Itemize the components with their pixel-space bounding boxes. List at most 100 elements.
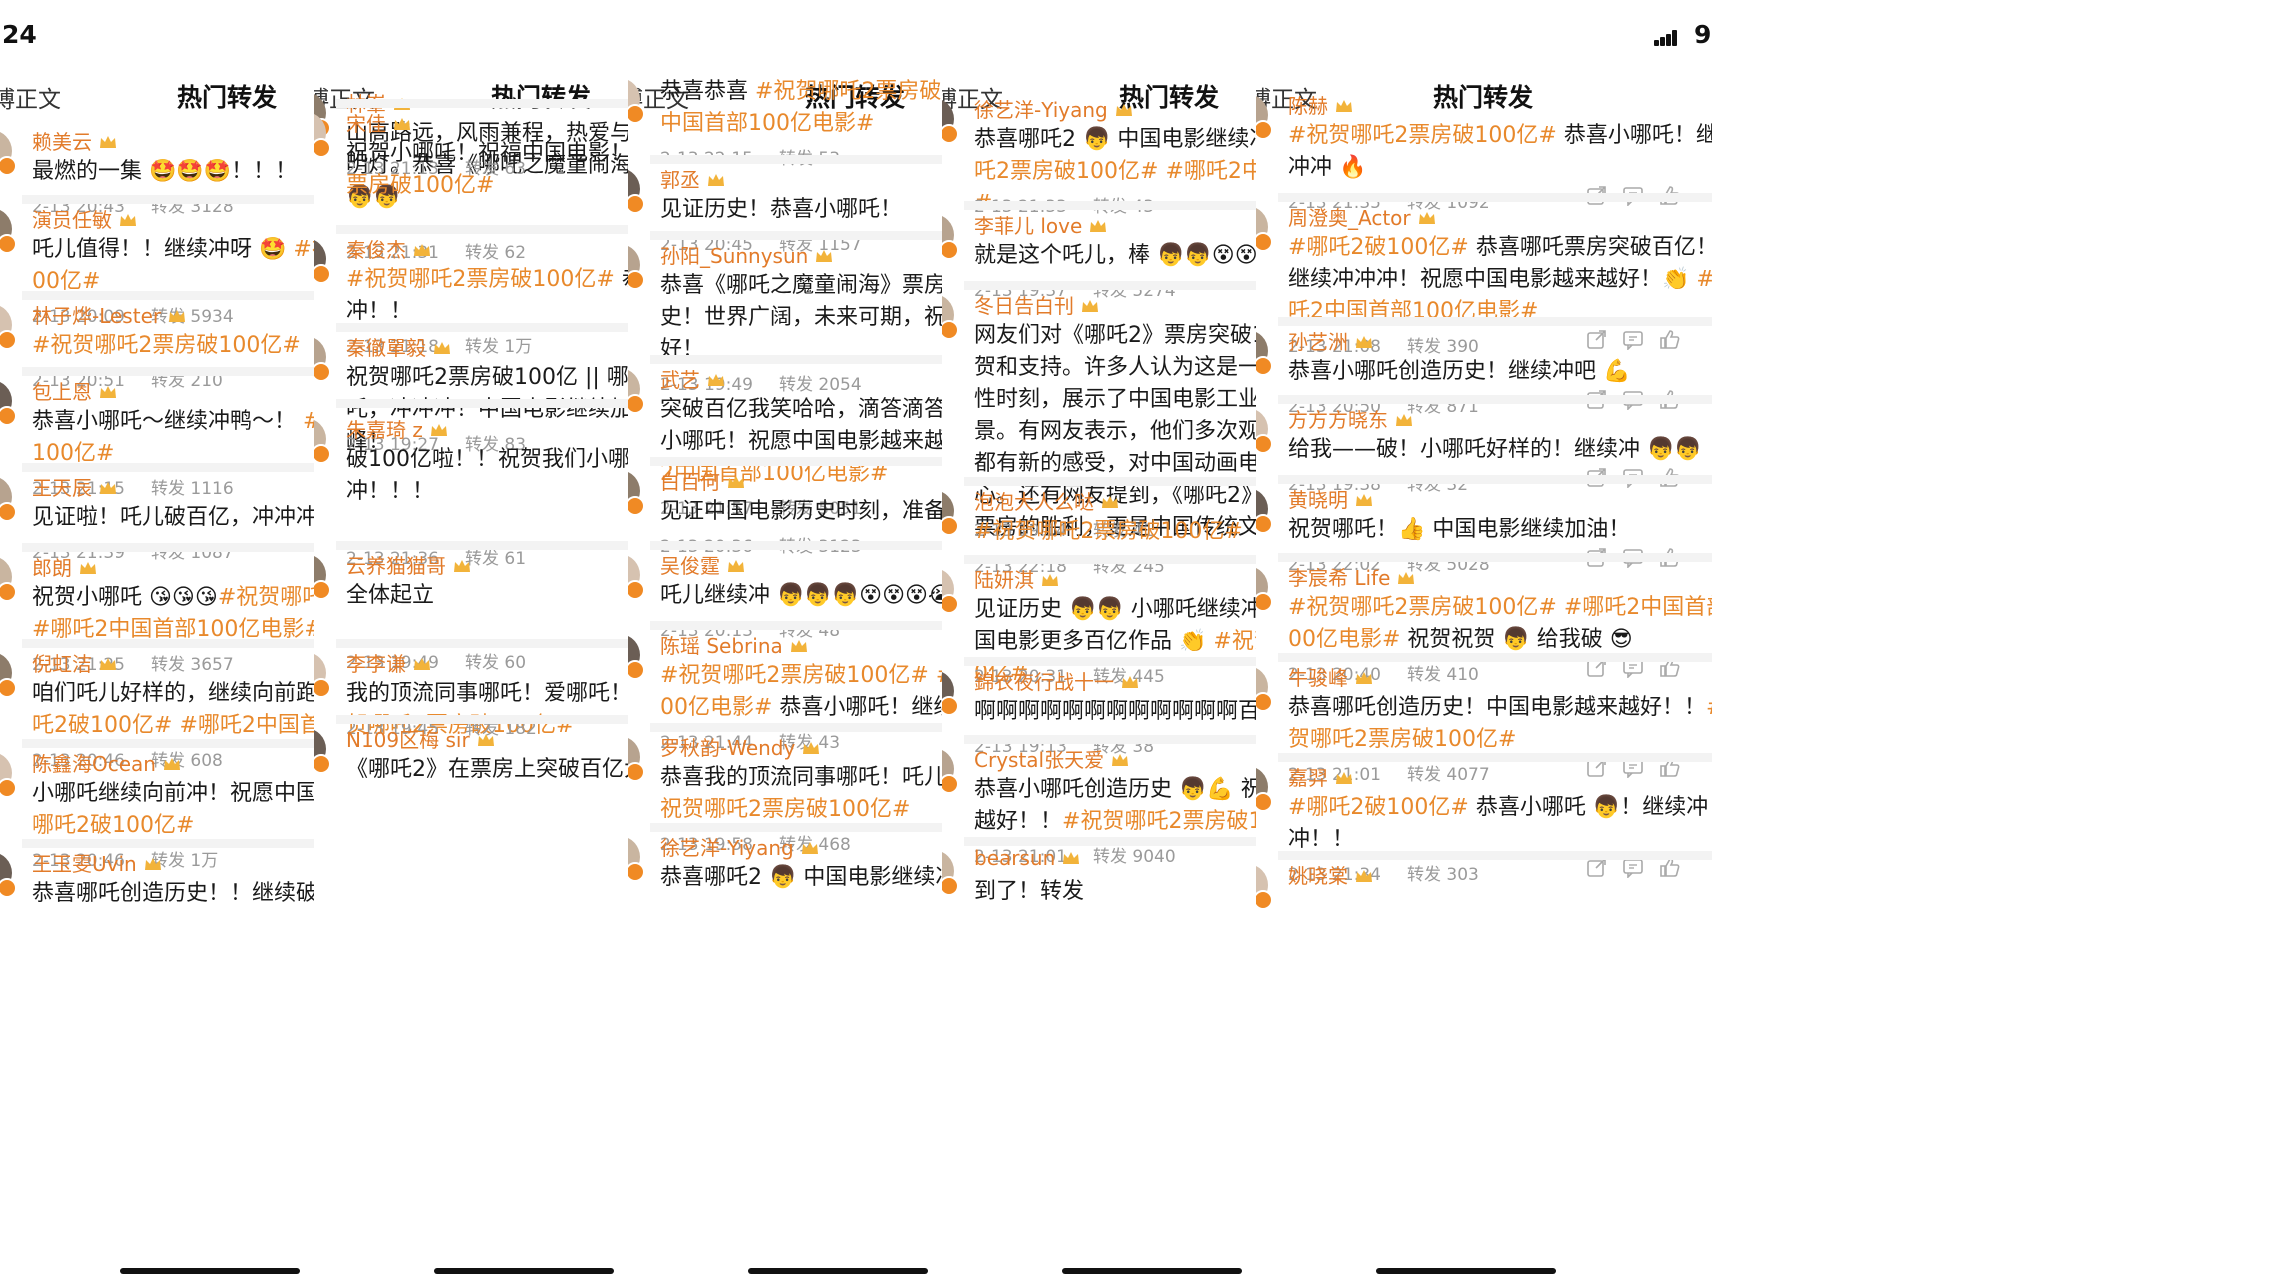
user-name-text[interactable]: 秦俊杰 bbox=[346, 238, 406, 262]
user-name-text[interactable]: 嘉羿 bbox=[1288, 766, 1328, 790]
user-name[interactable]: 牛骏峰 bbox=[1288, 662, 1374, 691]
user-name[interactable]: 陈鑫海Ocean bbox=[32, 748, 182, 777]
user-name-text[interactable]: 冬日告白刊 bbox=[974, 294, 1074, 318]
user-name[interactable]: 武艺 bbox=[660, 364, 726, 393]
repost-text: #祝贺哪吒2票房破100亿# 恭喜小哪吒！继续冲冲 🔥 bbox=[1288, 123, 1712, 180]
user-name-text[interactable]: 王玉雯Uvin bbox=[32, 852, 137, 876]
user-name[interactable]: Crystal张天爱 bbox=[974, 744, 1130, 773]
user-name[interactable]: 秦徹單毅 bbox=[346, 332, 452, 361]
user-name[interactable]: 李宸希 Life bbox=[1288, 562, 1416, 591]
user-name-text[interactable]: 林子烨-Lester bbox=[32, 304, 161, 328]
user-name-text[interactable]: 武艺 bbox=[660, 368, 700, 392]
user-name[interactable]: 王玉雯Uvin bbox=[32, 848, 163, 877]
user-name-text[interactable]: 王天辰 bbox=[32, 476, 92, 500]
user-name[interactable]: 方方方晓东 bbox=[1288, 404, 1414, 433]
user-name[interactable]: 朱嘉琦 z bbox=[346, 414, 449, 443]
user-name-text[interactable]: 姚晓棠 bbox=[1288, 864, 1348, 888]
user-name[interactable]: 徐艺洋-Yiyang bbox=[974, 94, 1134, 123]
tab-hot-reposts[interactable]: 热门转发 bbox=[177, 78, 277, 114]
user-name[interactable]: bearsun bbox=[974, 846, 1081, 870]
user-name-text[interactable]: 倪虹洁 bbox=[32, 652, 92, 676]
user-name[interactable]: 陆妍淇 bbox=[974, 564, 1060, 593]
item-divider bbox=[1278, 395, 1712, 404]
user-name-text[interactable]: 黄晓明 bbox=[1288, 488, 1348, 512]
user-name-text[interactable]: 吴俊霆 bbox=[660, 554, 720, 578]
user-name-text[interactable]: 孙阳_Sunnysun bbox=[660, 244, 808, 268]
vip-crown-icon bbox=[1102, 496, 1118, 508]
user-name-text[interactable]: 朱嘉琦 z bbox=[346, 418, 423, 442]
user-name[interactable]: 周澄奥_Actor bbox=[1288, 202, 1437, 231]
user-name-text[interactable]: 罗秋韵-Wendy bbox=[660, 736, 795, 760]
user-name[interactable]: 孙阳_Sunnysun bbox=[660, 240, 834, 269]
user-name[interactable]: 林子烨-Lester bbox=[32, 300, 187, 329]
user-name[interactable]: 李菲儿 love bbox=[974, 210, 1108, 239]
user-name[interactable]: 李李谦 bbox=[346, 648, 432, 677]
user-name-text[interactable]: 徐艺洋-Yiyang bbox=[974, 98, 1108, 122]
user-name-text[interactable]: 李李谦 bbox=[346, 652, 406, 676]
user-name-text[interactable]: 云养猫猫哥 bbox=[346, 554, 446, 578]
user-name[interactable]: 陈赫 bbox=[1288, 90, 1354, 119]
user-name[interactable]: 姚晓棠 bbox=[1288, 860, 1374, 889]
user-name[interactable]: 白百何 bbox=[660, 466, 746, 495]
user-name-text[interactable]: 牛骏峰 bbox=[1288, 666, 1348, 690]
user-name-text[interactable]: 赖美云 bbox=[32, 130, 92, 154]
user-name-text[interactable]: 演员任敏 bbox=[32, 208, 112, 232]
user-name[interactable]: 泡泡大人么哒 bbox=[974, 486, 1120, 515]
item-divider bbox=[1278, 553, 1712, 562]
user-name-text[interactable]: bearsun bbox=[974, 846, 1055, 870]
repost-text: 给我——破！小哪吒好样的！继续冲 👦👦 bbox=[1288, 437, 1702, 462]
user-name[interactable]: 罗秋韵-Wendy bbox=[660, 732, 821, 761]
user-name-text[interactable]: 泡泡大人么哒 bbox=[974, 490, 1094, 514]
vip-crown-icon bbox=[1063, 852, 1080, 864]
user-name[interactable]: 黄晓明 bbox=[1288, 484, 1374, 513]
verified-badge-icon bbox=[0, 502, 17, 522]
user-name[interactable]: 郎朗 bbox=[32, 552, 98, 581]
user-name[interactable]: 包上恩 bbox=[32, 376, 118, 405]
user-name-text[interactable]: N109区梅 sir bbox=[346, 728, 470, 752]
user-name[interactable]: 倪虹洁 bbox=[32, 648, 118, 677]
user-name-text[interactable]: 李菲儿 love bbox=[974, 214, 1082, 238]
user-name-text[interactable]: 方方方晓东 bbox=[1288, 408, 1388, 432]
user-name[interactable]: 王天辰 bbox=[32, 472, 118, 501]
user-name[interactable]: 秦俊杰 bbox=[346, 234, 432, 263]
user-name[interactable]: 錦衣夜行战十一 bbox=[974, 666, 1140, 695]
user-name-text[interactable]: 秦徹單毅 bbox=[346, 336, 426, 360]
user-name[interactable]: 陈瑶 Sebrina bbox=[660, 630, 809, 659]
user-name-text[interactable]: 陈瑶 Sebrina bbox=[660, 634, 783, 658]
repost-item: 李宸希 Life #祝贺哪吒2票房破100亿# #哪吒2中国首部100亿电影# 祝… bbox=[1256, 562, 1712, 685]
user-name[interactable]: 郭丞 bbox=[660, 164, 726, 193]
user-name-text[interactable]: Crystal张天爱 bbox=[974, 748, 1104, 772]
verified-badge-icon bbox=[942, 124, 959, 144]
user-name[interactable]: 孙艺洲 bbox=[1288, 326, 1374, 355]
vip-crown-icon bbox=[1418, 212, 1435, 224]
verified-badge-icon bbox=[314, 444, 331, 464]
home-indicator bbox=[1062, 1268, 1242, 1274]
user-name[interactable]: 赖美云 bbox=[32, 126, 118, 155]
user-name-text[interactable]: 陈鑫海Ocean bbox=[32, 752, 156, 776]
user-name-text[interactable]: 郎朗 bbox=[32, 556, 72, 580]
user-name-text[interactable]: 錦衣夜行战十一 bbox=[974, 670, 1114, 694]
user-name[interactable]: 嘉羿 bbox=[1288, 762, 1354, 791]
user-name[interactable]: 宋佳 bbox=[346, 108, 412, 137]
user-name-text[interactable]: 包上恩 bbox=[32, 380, 92, 404]
user-name-text[interactable]: 郭丞 bbox=[660, 168, 700, 192]
tab-weibo-text[interactable]: 博正文 bbox=[0, 80, 61, 114]
user-name-text[interactable]: 李宸希 Life bbox=[1288, 566, 1390, 590]
user-name[interactable]: 演员任敏 bbox=[32, 204, 138, 233]
user-name-text[interactable]: 周澄奥_Actor bbox=[1288, 206, 1411, 230]
user-name-text[interactable]: 陈赫 bbox=[1288, 94, 1328, 118]
user-name-text[interactable]: 陆妍淇 bbox=[974, 568, 1034, 592]
user-name-text[interactable]: 宋佳 bbox=[346, 112, 386, 136]
vip-crown-icon bbox=[100, 658, 116, 670]
user-name[interactable]: 冬日告白刊 bbox=[974, 290, 1100, 319]
user-name[interactable]: N109区梅 sir bbox=[346, 724, 496, 753]
verified-badge-icon bbox=[628, 580, 645, 600]
user-name[interactable]: 吴俊霆 bbox=[660, 550, 746, 579]
user-name[interactable]: 徐艺洋-Yiyang bbox=[660, 832, 820, 861]
repost-text: #哪吒2破100亿# 恭喜小哪吒 👦！继续冲冲！！ bbox=[1288, 795, 1709, 852]
user-name-text[interactable]: 孙艺洲 bbox=[1288, 330, 1348, 354]
user-name[interactable]: 云养猫猫哥 bbox=[346, 550, 472, 579]
user-name-text[interactable]: 徐艺洋-Yiyang bbox=[660, 836, 794, 860]
user-name-text[interactable]: 白百何 bbox=[660, 470, 720, 494]
vip-crown-icon bbox=[1356, 336, 1372, 348]
